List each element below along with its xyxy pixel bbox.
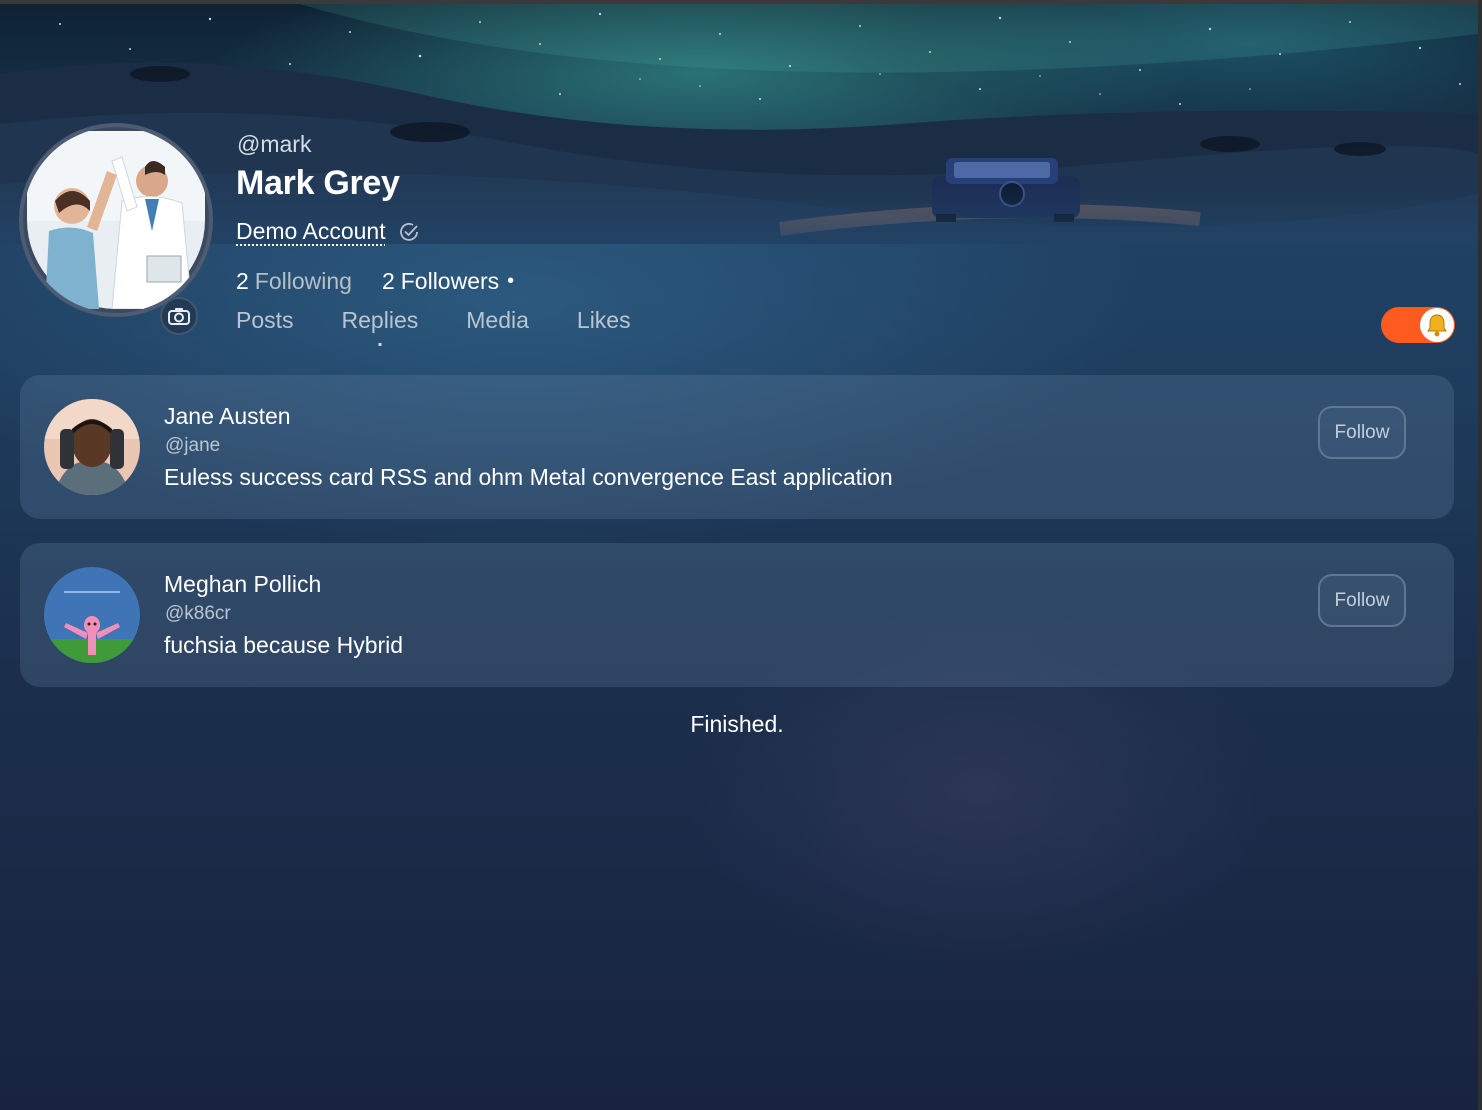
tab-likes[interactable]: Likes xyxy=(577,307,631,334)
profile-handle: @mark xyxy=(237,131,312,157)
avatar-photo-man xyxy=(44,399,140,495)
post-text: Euless success card RSS and ohm Metal co… xyxy=(164,464,893,490)
following-label[interactable]: Following xyxy=(255,268,352,295)
account-type-row: Demo Account xyxy=(236,218,420,245)
followers-active-dot: • xyxy=(507,270,515,292)
tab-replies[interactable]: Replies xyxy=(342,307,419,334)
user-name[interactable]: Jane Austen xyxy=(164,403,291,430)
user-name[interactable]: Meghan Pollich xyxy=(164,571,321,598)
avatar[interactable] xyxy=(44,567,140,663)
bell-icon xyxy=(1427,314,1447,337)
list-item[interactable]: Jane Austen @jane Euless success card RS… xyxy=(20,375,1454,519)
tab-posts[interactable]: Posts xyxy=(236,307,294,334)
followers-label[interactable]: Followers xyxy=(401,268,499,295)
check-circle-icon xyxy=(399,222,418,241)
avatar-photo-doctor-child xyxy=(27,131,205,309)
tab-media[interactable]: Media xyxy=(466,307,529,334)
user-handle[interactable]: @jane xyxy=(165,435,220,457)
user-handle[interactable]: @k86cr xyxy=(165,603,231,625)
change-avatar-camera-button[interactable] xyxy=(160,297,198,335)
toggle-knob xyxy=(1420,308,1454,342)
avatar-cartoon-panther xyxy=(44,567,140,663)
list-item[interactable]: Meghan Pollich @k86cr fuchsia because Hy… xyxy=(20,543,1454,687)
banner-fade xyxy=(0,184,1478,244)
follow-button[interactable]: Follow xyxy=(1318,406,1406,459)
follow-button[interactable]: Follow xyxy=(1318,574,1406,627)
profile-banner xyxy=(0,4,1478,244)
account-type-label[interactable]: Demo Account xyxy=(236,218,386,245)
profile-name: Mark Grey xyxy=(236,164,400,202)
post-text: fuchsia because Hybrid xyxy=(164,632,404,658)
following-count[interactable]: 2 xyxy=(236,268,249,295)
camera-icon xyxy=(168,308,190,325)
list-end-status: Finished. xyxy=(690,711,784,737)
notifications-toggle[interactable] xyxy=(1381,307,1455,343)
window-right-border xyxy=(1478,0,1482,1110)
profile-tabs: Posts Replies Media Likes xyxy=(236,307,631,334)
avatar[interactable] xyxy=(44,399,140,495)
followers-count[interactable]: 2 xyxy=(382,268,395,295)
profile-stats: 2 Following 2 Followers • xyxy=(236,268,514,295)
profile-avatar[interactable] xyxy=(19,123,213,317)
